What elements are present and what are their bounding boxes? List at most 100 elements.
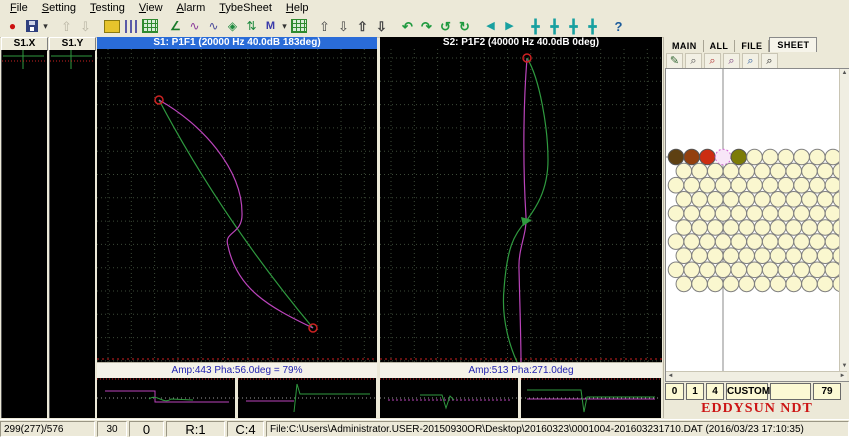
- auto-balance-icon[interactable]: ⇅: [242, 17, 261, 36]
- tube[interactable]: [778, 177, 794, 193]
- waveform-y-icon[interactable]: ∿: [204, 17, 223, 36]
- tube[interactable]: [668, 234, 684, 250]
- sheet-footer-cell-3[interactable]: 4: [706, 383, 724, 400]
- tube[interactable]: [786, 220, 802, 236]
- tube[interactable]: [802, 220, 818, 236]
- tube[interactable]: [794, 177, 810, 193]
- tab-sheet[interactable]: SHEET: [769, 37, 817, 52]
- tube[interactable]: [755, 220, 771, 236]
- tube[interactable]: [810, 206, 826, 222]
- tube[interactable]: [739, 220, 755, 236]
- tube[interactable]: [825, 262, 839, 278]
- mix-dropdown-icon[interactable]: ▾: [280, 17, 289, 36]
- zoom-select-icon[interactable]: ⌕: [761, 53, 778, 69]
- tube[interactable]: [700, 177, 716, 193]
- tube[interactable]: [770, 276, 786, 292]
- grid-view-icon[interactable]: [140, 17, 159, 36]
- tube[interactable]: [731, 262, 747, 278]
- tube[interactable]: [707, 192, 723, 208]
- tube[interactable]: [794, 206, 810, 222]
- help-icon[interactable]: ?: [609, 17, 628, 36]
- tube[interactable]: [747, 149, 763, 165]
- tube[interactable]: [739, 163, 755, 179]
- sheet-footer-cell-5[interactable]: [770, 383, 811, 400]
- tube[interactable]: [723, 220, 739, 236]
- bottom-strip-s1x[interactable]: [97, 378, 235, 418]
- balance-icon[interactable]: ◈: [223, 17, 242, 36]
- tube[interactable]: [692, 276, 708, 292]
- tube[interactable]: [707, 163, 723, 179]
- tube[interactable]: [676, 163, 692, 179]
- bottom-strip-s2x[interactable]: [380, 378, 518, 418]
- rotate-ccw-icon[interactable]: ↶: [398, 17, 417, 36]
- zoom-reset-icon[interactable]: ⌕: [742, 53, 759, 69]
- sheet-footer-cell-2[interactable]: 1: [686, 383, 704, 400]
- zoom-out-icon[interactable]: ⌕: [685, 53, 702, 69]
- scope1-display[interactable]: [97, 49, 377, 362]
- tube[interactable]: [684, 234, 700, 250]
- tube[interactable]: [755, 163, 771, 179]
- tube[interactable]: [825, 149, 839, 165]
- save-icon[interactable]: [22, 17, 41, 36]
- tubesheet-grid-icon[interactable]: [289, 17, 308, 36]
- tube[interactable]: [676, 220, 692, 236]
- tab-all[interactable]: ALL: [704, 40, 736, 52]
- tube[interactable]: [786, 192, 802, 208]
- tube[interactable]: [810, 177, 826, 193]
- tube[interactable]: [747, 177, 763, 193]
- expand-down-icon[interactable]: ⇩: [372, 17, 391, 36]
- menu-item-alarm[interactable]: Alarm: [170, 2, 213, 14]
- tube[interactable]: [668, 177, 684, 193]
- tube[interactable]: [739, 276, 755, 292]
- save-dropdown-icon[interactable]: ▾: [41, 17, 50, 36]
- tube[interactable]: [794, 234, 810, 250]
- tube[interactable]: [817, 248, 833, 264]
- tube[interactable]: [707, 276, 723, 292]
- mix-icon[interactable]: M: [261, 17, 280, 36]
- tube[interactable]: [755, 276, 771, 292]
- tube[interactable]: [715, 177, 731, 193]
- tube[interactable]: [723, 248, 739, 264]
- tube[interactable]: [684, 262, 700, 278]
- tube[interactable]: [770, 192, 786, 208]
- tube[interactable]: [747, 206, 763, 222]
- tube-indication[interactable]: [668, 149, 684, 165]
- tube[interactable]: [817, 220, 833, 236]
- tube-selected[interactable]: [715, 149, 731, 165]
- tube[interactable]: [747, 262, 763, 278]
- zoom-region-icon[interactable]: ⌕: [723, 53, 740, 69]
- tube[interactable]: [802, 163, 818, 179]
- tube[interactable]: [723, 192, 739, 208]
- tube[interactable]: [762, 177, 778, 193]
- page-up-icon[interactable]: ⇧: [57, 17, 76, 36]
- tube[interactable]: [723, 163, 739, 179]
- tube[interactable]: [692, 248, 708, 264]
- tube[interactable]: [802, 248, 818, 264]
- tube[interactable]: [794, 149, 810, 165]
- move-all-icon[interactable]: ╋: [526, 17, 545, 36]
- scope2-display[interactable]: [380, 49, 662, 362]
- tube[interactable]: [700, 206, 716, 222]
- scroll-right-icon[interactable]: ►: [838, 372, 847, 381]
- tube[interactable]: [755, 192, 771, 208]
- tube[interactable]: [668, 206, 684, 222]
- tube[interactable]: [755, 248, 771, 264]
- prev-record-icon[interactable]: ◀: [481, 17, 500, 36]
- scroll-left-icon[interactable]: ◄: [666, 372, 675, 381]
- tube[interactable]: [739, 192, 755, 208]
- palette-icon[interactable]: [102, 17, 121, 36]
- tube[interactable]: [778, 234, 794, 250]
- menu-item-setting[interactable]: Setting: [35, 2, 83, 14]
- tube[interactable]: [778, 206, 794, 222]
- menu-item-help[interactable]: Help: [279, 2, 316, 14]
- scroll-up-icon[interactable]: ▲: [840, 69, 849, 78]
- tube[interactable]: [825, 206, 839, 222]
- tube[interactable]: [668, 262, 684, 278]
- waveform-x-icon[interactable]: ∿: [185, 17, 204, 36]
- tube[interactable]: [707, 248, 723, 264]
- menu-item-tybesheet[interactable]: TybeSheet: [212, 2, 279, 14]
- tube[interactable]: [794, 262, 810, 278]
- tube[interactable]: [747, 234, 763, 250]
- tube-indication[interactable]: [731, 149, 747, 165]
- tube[interactable]: [762, 234, 778, 250]
